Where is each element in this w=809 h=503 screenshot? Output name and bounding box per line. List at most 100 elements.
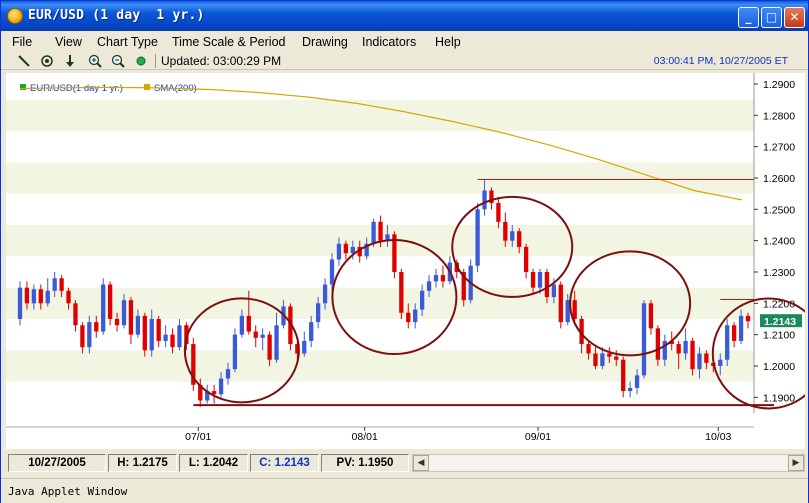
candle <box>177 318 182 351</box>
zoom-in-icon[interactable] <box>88 54 102 68</box>
candle <box>309 315 314 348</box>
close-button[interactable]: ✕ <box>784 7 805 28</box>
y-tick-label: 1.2000 <box>763 361 795 373</box>
y-tick-label: 1.1900 <box>763 392 795 404</box>
candle-body <box>170 334 175 348</box>
candle <box>725 318 730 366</box>
menu-view[interactable]: View <box>55 35 82 49</box>
y-tick-label: 1.2700 <box>763 142 795 154</box>
candle-body <box>309 322 314 341</box>
grid-band <box>6 162 754 194</box>
candle <box>302 331 307 357</box>
candle <box>156 315 161 348</box>
toolbar: Updated: 03:00:29 PM 03:00:41 PM, 10/27/… <box>1 53 808 70</box>
chart-area[interactable]: 1.2900 1.2800 1.2700 1.2600 1.2500 1.2400 1.23… <box>6 73 805 449</box>
grid-band <box>6 99 754 131</box>
zoom-out-icon[interactable] <box>111 54 125 68</box>
x-tick-label: 08/01 <box>352 431 378 443</box>
candle-body <box>690 340 695 370</box>
candle-body <box>24 287 30 304</box>
candle-body <box>655 328 661 360</box>
candle-body <box>510 231 515 241</box>
menu-help[interactable]: Help <box>435 35 461 49</box>
price-chart[interactable]: 1.2900 1.2800 1.2700 1.2600 1.2500 1.2400 1.23… <box>6 73 805 449</box>
candle-body <box>738 315 744 341</box>
minimize-button[interactable]: _ <box>738 7 759 28</box>
maximize-button[interactable]: □ <box>761 7 782 28</box>
menu-file[interactable]: File <box>12 35 32 49</box>
crosshair-icon[interactable] <box>40 54 54 68</box>
candle-body <box>177 325 182 348</box>
candle-body <box>482 190 487 210</box>
candle-body <box>121 300 127 326</box>
menu-drawing[interactable]: Drawing <box>302 35 348 49</box>
footer-text: Java Applet Window <box>8 485 128 498</box>
candle <box>107 281 113 326</box>
candle-body <box>315 303 321 323</box>
candle-body <box>94 322 99 332</box>
candle-body <box>163 334 168 341</box>
menu-indicators[interactable]: Indicators <box>362 35 416 49</box>
status-close: C: 1.2143 <box>250 454 319 472</box>
candle-body <box>371 221 376 244</box>
candle-body <box>66 290 71 304</box>
candle-body <box>114 318 120 326</box>
candle <box>232 328 238 373</box>
scroll-left-button[interactable]: ◀ <box>413 455 429 471</box>
y-tick-label: 1.2500 <box>763 204 795 216</box>
candle-body <box>745 315 751 322</box>
candle-body <box>142 315 147 351</box>
candle <box>45 278 50 307</box>
candle-body <box>246 315 251 332</box>
candle <box>523 243 529 279</box>
candle <box>731 322 737 348</box>
candle <box>489 187 494 210</box>
x-tick-label: 07/01 <box>185 431 211 443</box>
candle-body <box>329 259 335 285</box>
candle-body <box>260 334 265 338</box>
candle-body <box>336 243 342 260</box>
candle-body <box>253 331 258 338</box>
candle <box>101 278 106 335</box>
status-bar: 10/27/2005 H: 1.2175 L: 1.2042 C: 1.2143… <box>6 453 805 473</box>
scroll-right-button[interactable]: ▶ <box>788 455 804 471</box>
candle-body <box>135 315 141 335</box>
candle-body <box>544 271 550 298</box>
y-tick-label: 1.2900 <box>763 79 795 91</box>
candle-body <box>718 359 723 366</box>
candle-body <box>551 284 557 298</box>
candle-body <box>101 284 106 332</box>
applet-footer: Java Applet Window <box>1 478 808 503</box>
candle-body <box>399 271 404 313</box>
arrow-down-icon[interactable] <box>63 54 77 68</box>
x-tick-label: 10/03 <box>705 431 731 443</box>
candle-body <box>621 359 626 392</box>
candle <box>392 231 397 279</box>
y-tick-label: 1.2300 <box>763 267 795 279</box>
menu-time-scale[interactable]: Time Scale & Period <box>172 35 285 49</box>
menu-chart-type[interactable]: Chart Type <box>97 35 158 49</box>
horizontal-scrollbar[interactable]: ◀ ▶ <box>412 454 805 472</box>
grid-band <box>6 287 754 319</box>
candle-body <box>107 284 113 319</box>
candle <box>128 297 134 345</box>
candle <box>648 300 654 335</box>
candle-body <box>218 378 224 395</box>
candle <box>496 196 501 229</box>
candle-body <box>52 278 57 291</box>
candle-body <box>725 325 730 360</box>
candle <box>170 328 175 354</box>
candle-body <box>149 318 154 351</box>
candle-body <box>73 303 78 326</box>
candle-body <box>496 203 501 222</box>
candle-body <box>634 375 640 388</box>
candle-body <box>419 290 425 310</box>
title-bar[interactable]: EUR/USD (1 day 1 yr.) _ □ ✕ <box>1 1 808 31</box>
candle-body <box>232 334 238 370</box>
candle-body <box>17 287 23 319</box>
server-clock: 03:00:41 PM, 10/27/2005 ET <box>653 55 788 67</box>
candle-body <box>302 340 307 354</box>
candle-body <box>87 322 92 348</box>
line-tool-icon[interactable] <box>17 54 31 68</box>
candle-body <box>593 353 598 366</box>
